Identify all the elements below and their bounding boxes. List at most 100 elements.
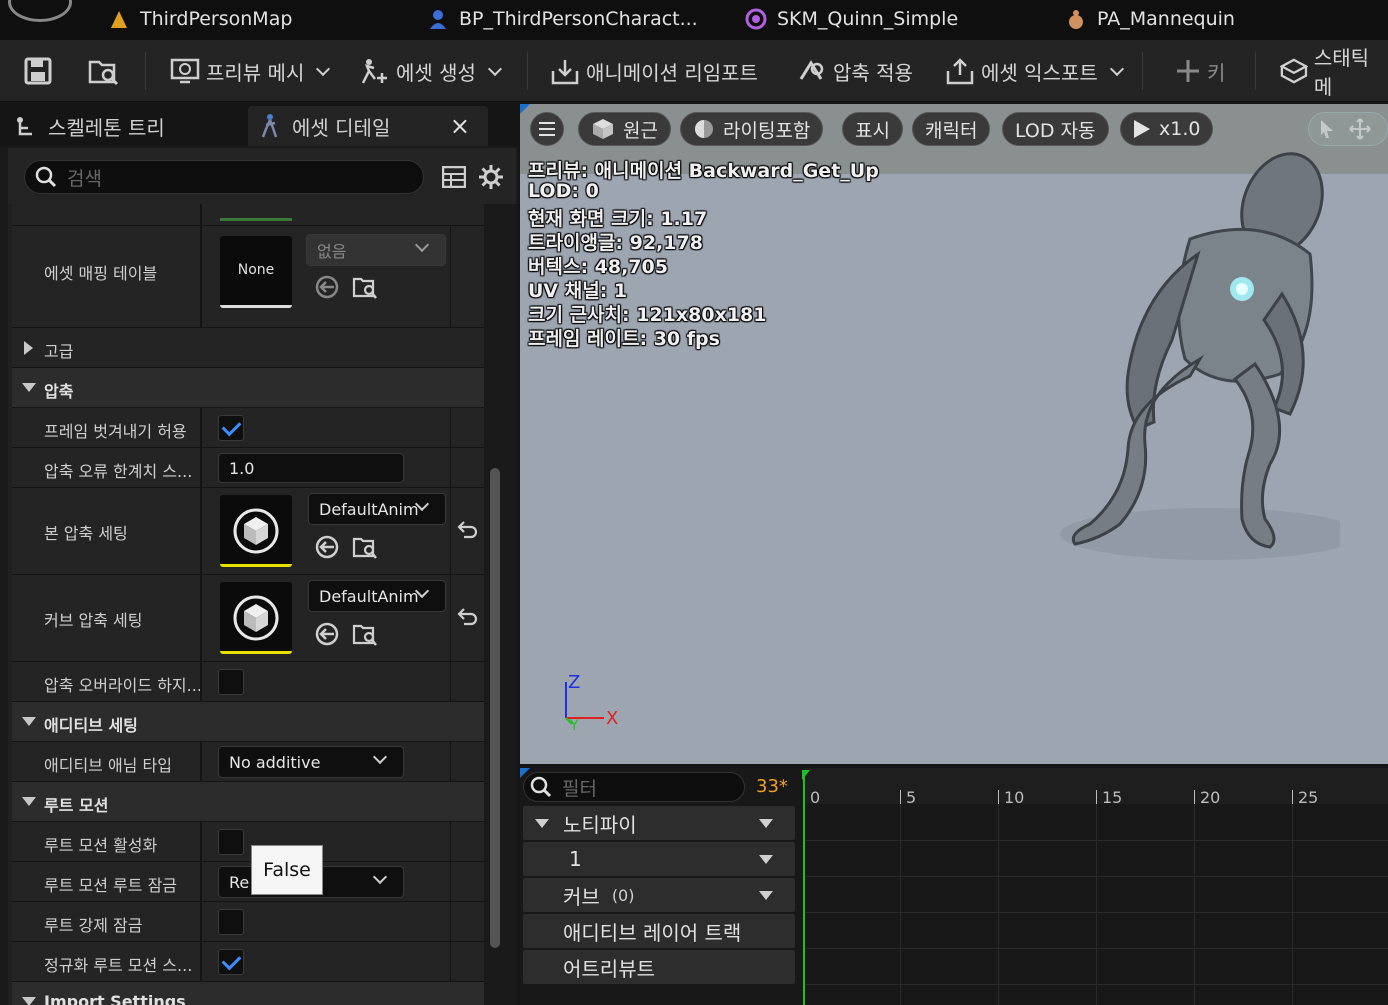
overlay-line: 프레임 레이트: 30 fps — [528, 328, 720, 350]
bone-compression-thumbnail[interactable] — [220, 495, 292, 567]
filter-input[interactable]: 필터 — [523, 772, 745, 802]
speed-label: x1.0 — [1159, 118, 1201, 140]
save-button[interactable] — [24, 40, 52, 102]
curve-compression-thumbnail[interactable] — [220, 582, 292, 654]
reimport-label: 애니메이션 리임포트 — [586, 60, 758, 85]
apply-compression-button[interactable]: 압축 적용 — [797, 40, 913, 102]
category-additive-settings[interactable]: 애디티브 세팅 — [12, 702, 484, 742]
track-additive-layer[interactable]: 애디티브 레이어 트랙 — [523, 914, 795, 948]
asset-thumbnail[interactable]: None — [220, 236, 292, 308]
search-input[interactable]: 검색 — [24, 160, 424, 194]
asset-mapping-combo[interactable]: 없음 — [306, 234, 446, 266]
do-not-override-compression-checkbox[interactable] — [218, 669, 244, 695]
column-divider — [450, 226, 451, 327]
create-asset-button[interactable]: 에셋 생성 — [360, 40, 504, 102]
transform-tools[interactable] — [1308, 112, 1388, 146]
property-label: 루트 강제 잠금 — [44, 916, 143, 935]
search-icon — [530, 776, 552, 798]
bone-compression-combo[interactable]: DefaultAnim — [308, 493, 446, 525]
use-selected-asset-icon[interactable] — [314, 534, 340, 560]
column-divider — [200, 822, 202, 861]
reimport-animation-button[interactable]: 애니메이션 리임포트 — [550, 40, 758, 102]
table-view-icon[interactable] — [442, 166, 466, 188]
lighting-mode-button[interactable]: 라이팅포함 — [680, 112, 824, 146]
timeline-ruler[interactable]: 0 5 10 15 20 25 — [804, 768, 1388, 807]
dropdown-arrow-icon[interactable] — [759, 819, 773, 828]
lod-button[interactable]: LOD 자동 — [1002, 112, 1109, 146]
category-label: 애디티브 세팅 — [44, 716, 138, 735]
column-divider — [200, 662, 202, 701]
ruler-tick-line — [1096, 790, 1097, 804]
add-key-button[interactable]: 키 — [1175, 40, 1225, 102]
column-divider — [200, 902, 202, 941]
ruler-tick-line — [998, 790, 999, 804]
category-compression[interactable]: 압축 — [12, 368, 484, 408]
show-button[interactable]: 표시 — [842, 112, 903, 146]
advanced-expander[interactable]: 고급 — [12, 328, 484, 368]
track-curves[interactable]: 커브 (0) — [523, 878, 795, 912]
tab-skm-quinn-simple[interactable]: SKM_Quinn_Simple — [745, 0, 958, 38]
property-row-additive-anim-type: 애디티브 애님 타입 No additive — [12, 742, 484, 782]
column-divider — [200, 408, 202, 447]
tab-bp-thirdpersoncharacter[interactable]: BP_ThirdPersonCharact... — [427, 0, 698, 38]
track-notify-1[interactable]: 1 — [523, 842, 795, 876]
timeline-grid-line — [804, 840, 1388, 841]
column-divider — [450, 408, 451, 447]
thumbnail-label: None — [237, 262, 275, 278]
reset-to-default-icon[interactable] — [454, 518, 480, 544]
track-notifies[interactable]: 노티파이 — [523, 806, 795, 840]
column-divider — [450, 742, 451, 781]
search-row: 검색 — [8, 148, 516, 204]
reset-to-default-icon[interactable] — [454, 605, 480, 631]
static-mesh-icon — [1280, 58, 1308, 84]
use-selected-asset-icon[interactable] — [314, 621, 340, 647]
normalize-root-motion-checkbox[interactable] — [218, 949, 244, 975]
timeline-panel: 필터 33* 노티파이 1 커브 (0) 애디티브 레이어 트랙 어트리뷰트 0… — [520, 768, 1388, 1005]
compression-error-threshold-input[interactable]: 1.0 — [218, 453, 404, 483]
browse-asset-icon[interactable] — [352, 534, 378, 560]
timeline-grid-line — [804, 984, 1388, 985]
playback-speed-button[interactable]: x1.0 — [1120, 112, 1214, 146]
track-attributes[interactable]: 어트리뷰트 — [523, 950, 795, 984]
browse-asset-icon[interactable] — [352, 274, 378, 300]
track-label: 노티파이 — [563, 812, 637, 837]
engine-logo-icon[interactable] — [8, 0, 72, 22]
perspective-button[interactable]: 원근 — [578, 112, 671, 146]
category-import-settings[interactable]: Import Settings — [12, 982, 484, 1005]
playhead[interactable] — [803, 772, 805, 1005]
preview-viewport[interactable]: 원근 라이팅포함 표시 캐릭터 LOD 자동 x1.0 프리뷰: 애니메이션 B… — [520, 104, 1388, 764]
viewport-menu-button[interactable] — [530, 112, 564, 146]
timeline-grid-line — [1194, 804, 1195, 1005]
force-root-lock-checkbox[interactable] — [218, 909, 244, 935]
enable-root-motion-checkbox[interactable] — [218, 829, 244, 855]
character-button[interactable]: 캐릭터 — [912, 112, 991, 146]
tooltip: False — [251, 845, 323, 895]
column-divider — [200, 862, 202, 901]
make-static-mesh-button[interactable]: 스태틱 메 — [1280, 40, 1388, 102]
column-divider — [450, 902, 451, 941]
browse-asset-button[interactable] — [88, 40, 120, 102]
thumbnail-underline — [220, 218, 292, 221]
close-icon[interactable]: × — [450, 112, 470, 140]
additive-anim-type-combo[interactable]: No additive — [218, 746, 404, 778]
tab-skeleton-tree[interactable]: 스켈레톤 트리 — [14, 106, 165, 146]
use-selected-asset-icon[interactable] — [314, 274, 340, 300]
tab-pa-mannequin[interactable]: PA_Mannequin — [1065, 0, 1235, 38]
property-label: 정규화 루트 모션 스... — [44, 956, 193, 975]
dropdown-arrow-icon[interactable] — [759, 855, 773, 864]
browse-asset-icon[interactable] — [352, 621, 378, 647]
tab-thirdpersonmap[interactable]: ThirdPersonMap — [108, 0, 292, 38]
export-asset-button[interactable]: 에셋 익스포트 — [945, 40, 1126, 102]
category-root-motion[interactable]: 루트 모션 — [12, 782, 484, 822]
tab-asset-details[interactable]: 에셋 디테일 × — [248, 106, 488, 146]
column-divider — [450, 575, 451, 661]
gear-icon[interactable] — [478, 164, 504, 190]
column-divider — [200, 575, 202, 661]
dropdown-arrow-icon[interactable] — [759, 891, 773, 900]
curve-compression-combo[interactable]: DefaultAnim — [308, 580, 446, 612]
details-scrollbar[interactable] — [490, 468, 500, 948]
tab-label: 스켈레톤 트리 — [48, 115, 165, 140]
preview-mesh-button[interactable]: 프리뷰 메시 — [170, 40, 332, 102]
frame-count[interactable]: 33* — [756, 776, 788, 797]
allow-frame-stripping-checkbox[interactable] — [218, 415, 244, 441]
